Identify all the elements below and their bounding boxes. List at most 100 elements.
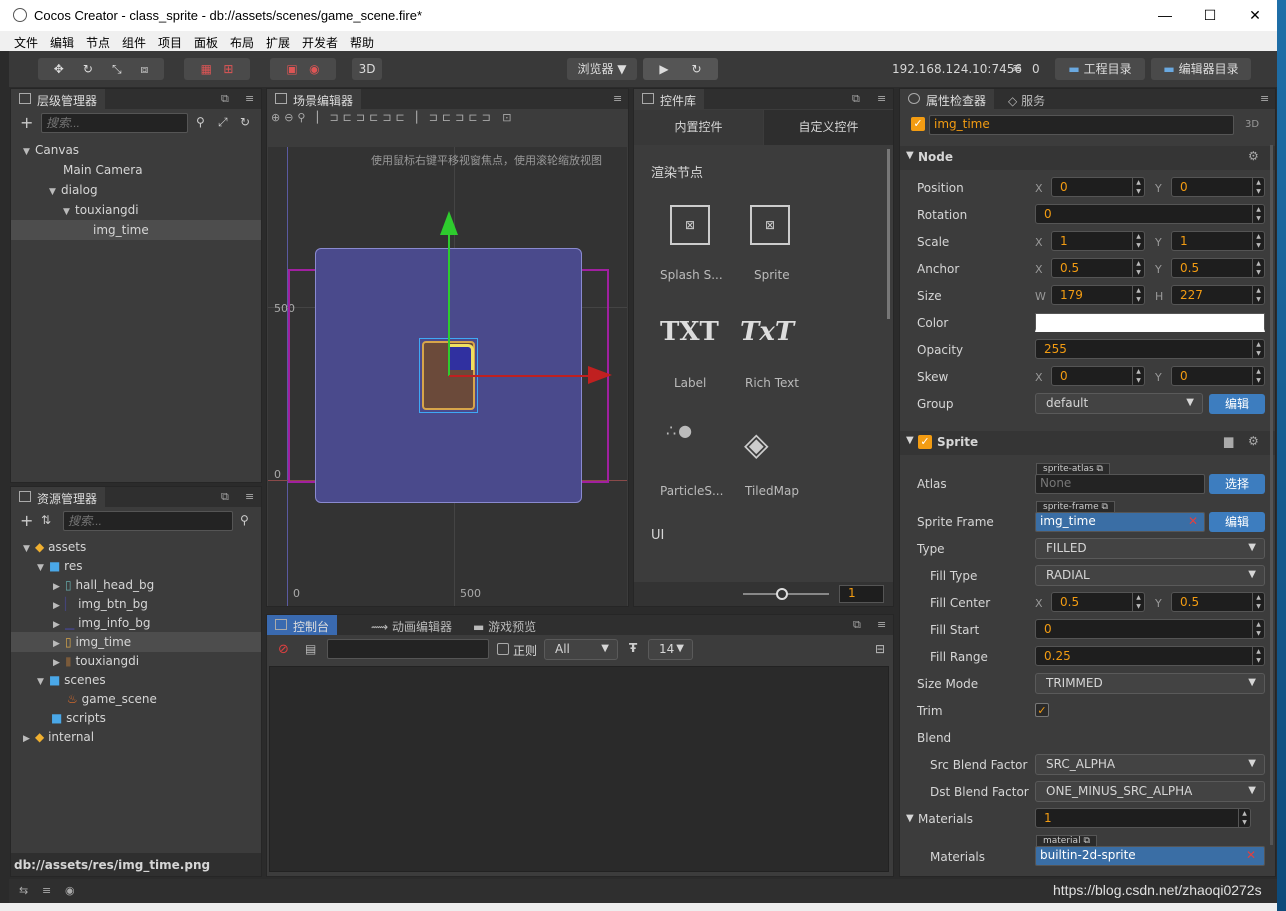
panel-menu-icon[interactable]: ≡ <box>877 92 886 105</box>
asset-img-btn-bg[interactable]: ▶ ▏ img_btn_bg <box>53 597 148 611</box>
expand-arrow-icon[interactable]: ▼ <box>37 563 49 573</box>
tree-node-dialog[interactable]: ▼ dialog <box>49 183 98 197</box>
trim-checkbox[interactable]: ✓ <box>1035 703 1049 717</box>
asset-touxiangdi[interactable]: ▶ ▮ touxiangdi <box>53 654 139 668</box>
tab-assets[interactable]: 资源管理器 <box>11 487 106 507</box>
move-tool-icon[interactable]: ✥ <box>54 62 64 76</box>
sprite-frame-field[interactable]: img_time <box>1035 512 1205 532</box>
toggle-3d-button[interactable]: 3D <box>352 58 382 80</box>
item-rich-text[interactable]: Rich Text <box>745 376 799 390</box>
asset-hall-head-bg[interactable]: ▶ ▯ hall_head_bg <box>53 578 154 592</box>
expand-arrow-icon[interactable]: ▼ <box>23 544 35 554</box>
browser-select[interactable]: 浏览器 ▼ <box>567 58 637 80</box>
asset-img-time[interactable]: ▶ ▯ img_time <box>11 632 261 652</box>
type-select[interactable]: FILLED ▼ <box>1035 538 1265 559</box>
gear-icon[interactable]: ⚙ <box>1248 434 1259 448</box>
menu-edit[interactable]: 编辑 <box>50 34 74 51</box>
anchor-x-input[interactable]: 0.5 ▲ ▼ <box>1051 258 1145 278</box>
rotate-tool-icon[interactable]: ↻ <box>83 62 93 76</box>
opacity-input[interactable]: 255 ▲ ▼ <box>1035 339 1265 359</box>
stepper-icon[interactable]: ▲ ▼ <box>1252 286 1264 304</box>
popout-icon[interactable]: ⧉ <box>221 92 229 106</box>
asset-scenes[interactable]: ▼ ■ scenes <box>37 673 106 687</box>
collapse-arrow-icon[interactable]: ▼ <box>906 813 914 824</box>
zoom-slider-thumb[interactable] <box>776 588 788 600</box>
maximize-button[interactable]: ☐ <box>1190 4 1230 26</box>
clear-material-icon[interactable]: ✕ <box>1246 848 1256 862</box>
panel-menu-icon[interactable]: ≡ <box>245 490 254 503</box>
stepper-icon[interactable]: ▲ ▼ <box>1238 809 1250 827</box>
tab-builtin-controls[interactable]: 内置控件 <box>634 110 763 145</box>
tree-node-main-camera[interactable]: Main Camera <box>63 163 143 177</box>
stepper-icon[interactable]: ▲ ▼ <box>1132 232 1144 250</box>
stepper-icon[interactable]: ▲ ▼ <box>1132 178 1144 196</box>
external-link-icon[interactable]: ⧉ <box>1101 502 1107 512</box>
stepper-icon[interactable]: ▲ ▼ <box>1252 593 1264 611</box>
node-section-header[interactable]: ▼ Node ⚙ <box>900 146 1275 170</box>
inspector-scrollbar[interactable] <box>1270 145 1273 845</box>
pivot-tools[interactable]: ▦ ⊞ <box>184 58 250 80</box>
panel-menu-icon[interactable]: ≡ <box>613 92 622 105</box>
stepper-icon[interactable]: ▲ ▼ <box>1252 340 1264 358</box>
sprite-section-header[interactable]: ▼ ✓ Sprite ▆ ⚙ <box>900 431 1275 455</box>
fill-start-input[interactable]: 0 ▲ ▼ <box>1035 619 1265 639</box>
collapse-icon[interactable]: ⊟ <box>875 642 885 656</box>
tree-node-touxiangdi[interactable]: ▼ touxiangdi <box>63 203 139 217</box>
skew-x-input[interactable]: 0 ▲ ▼ <box>1051 366 1145 386</box>
fill-type-select[interactable]: RADIAL ▼ <box>1035 565 1265 586</box>
popout-icon[interactable]: ⧉ <box>853 618 861 632</box>
expand-arrow-icon[interactable]: ▼ <box>23 147 35 157</box>
sprite-enabled-checkbox[interactable]: ✓ <box>918 435 932 449</box>
node-name-input[interactable]: img_time <box>929 115 1234 135</box>
panel-menu-icon[interactable]: ≡ <box>245 92 254 105</box>
scale-tool-icon[interactable]: ⤡ <box>112 62 122 76</box>
color-swatch[interactable] <box>1035 313 1265 332</box>
fill-center-x-input[interactable]: 0.5 ▲ ▼ <box>1051 592 1145 612</box>
position-x-input[interactable]: 0 ▲ ▼ <box>1051 177 1145 197</box>
font-size-select[interactable]: 14 ▼ <box>648 639 693 660</box>
rich-text-icon[interactable]: TxT <box>740 317 794 347</box>
regex-checkbox[interactable] <box>497 643 509 655</box>
external-link-icon[interactable]: ⧉ <box>1083 836 1089 846</box>
material-field[interactable]: builtin-2d-sprite <box>1035 846 1265 866</box>
asset-assets[interactable]: ▼ ◆ assets <box>23 540 86 554</box>
size-w-input[interactable]: 179 ▲ ▼ <box>1051 285 1145 305</box>
network-icon[interactable]: ⇆ <box>19 884 28 897</box>
splash-sprite-icon[interactable]: ⊠ <box>670 205 710 245</box>
menu-project[interactable]: 项目 <box>158 34 182 51</box>
expand-arrow-icon[interactable]: ▼ <box>63 207 75 217</box>
size-h-input[interactable]: 227 ▲ ▼ <box>1171 285 1265 305</box>
scale-y-input[interactable]: 1 ▲ ▼ <box>1171 231 1265 251</box>
clear-frame-icon[interactable]: ✕ <box>1188 514 1198 528</box>
asset-game-scene[interactable]: ♨ game_scene <box>67 692 157 706</box>
stepper-icon[interactable]: ▲ ▼ <box>1252 647 1264 665</box>
minimize-button[interactable]: — <box>1145 4 1185 26</box>
tab-library[interactable]: 控件库 <box>634 89 705 109</box>
scene-toolbar[interactable]: ⊕⊖⚲ ▏⊐⊏⊐⊏⊐⊏ ▏⊐⊏⊐⊏⊐ ⊡ <box>271 111 621 141</box>
skew-y-input[interactable]: 0 ▲ ▼ <box>1171 366 1265 386</box>
gizmo-tools[interactable]: ▣ ◉ <box>270 58 336 80</box>
console-log-area[interactable] <box>269 666 889 872</box>
src-blend-select[interactable]: SRC_ALPHA ▼ <box>1035 754 1265 775</box>
collapse-arrow-icon[interactable]: ▶ <box>53 658 65 668</box>
menu-developer[interactable]: 开发者 <box>302 34 338 51</box>
add-node-icon[interactable]: + <box>20 113 33 132</box>
asset-scripts[interactable]: ■ scripts <box>51 711 106 725</box>
open-log-icon[interactable]: ▤ <box>305 642 316 656</box>
add-asset-icon[interactable]: + <box>20 511 33 530</box>
position-y-input[interactable]: 0 ▲ ▼ <box>1171 177 1265 197</box>
collapse-arrow-icon[interactable]: ▶ <box>53 601 65 611</box>
collapse-arrow-icon[interactable]: ▶ <box>53 582 65 592</box>
item-splash-sprite[interactable]: Splash S... <box>660 268 723 282</box>
size-mode-select[interactable]: TRIMMED ▼ <box>1035 673 1265 694</box>
asset-img-info-bg[interactable]: ▶ ▁ img_info_bg <box>53 616 150 630</box>
group-select[interactable]: default ▼ <box>1035 393 1203 414</box>
expand-icon[interactable]: ⤢ <box>218 115 228 130</box>
assets-search-input[interactable] <box>63 511 233 531</box>
tiled-map-icon[interactable]: ◈ <box>744 425 769 463</box>
stepper-icon[interactable]: ▲ ▼ <box>1132 593 1144 611</box>
play-icon[interactable]: ▶ <box>659 62 668 76</box>
collapse-arrow-icon[interactable]: ▶ <box>23 734 35 744</box>
stepper-icon[interactable]: ▲ ▼ <box>1252 259 1264 277</box>
stepper-icon[interactable]: ▲ ▼ <box>1252 367 1264 385</box>
